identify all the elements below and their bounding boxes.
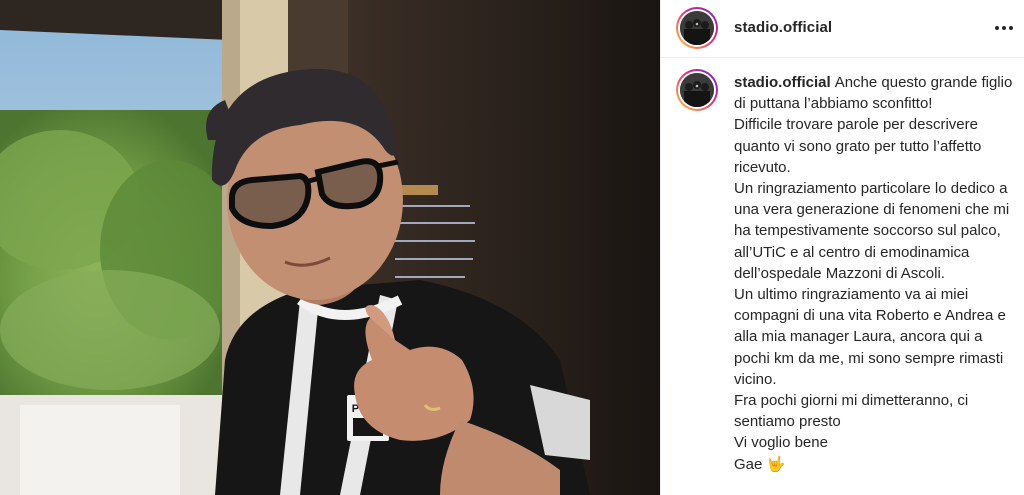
caption-username[interactable]: stadio.official (734, 74, 831, 91)
profile-avatar[interactable] (676, 7, 718, 49)
post-photo[interactable]: PUMA (0, 0, 660, 495)
post-username[interactable]: stadio.official (734, 19, 832, 36)
band-avatar-icon (680, 73, 714, 107)
caption-avatar[interactable] (676, 69, 718, 111)
caption-text-block: stadio.official Anche questo grande figli… (734, 72, 1022, 475)
caption-body: Anche questo grande figlio di puttana l’… (734, 74, 1013, 473)
post-photo-illustration: PUMA (0, 0, 660, 495)
post-header: stadio.official (661, 0, 1024, 58)
more-options-icon[interactable] (993, 18, 1015, 38)
instagram-post: PUMA (0, 0, 1024, 495)
post-side-panel: stadio.official stadio.official Anche qu… (660, 0, 1024, 495)
band-avatar-icon (680, 11, 714, 45)
caption-section: stadio.official Anche questo grande figli… (661, 58, 1024, 495)
